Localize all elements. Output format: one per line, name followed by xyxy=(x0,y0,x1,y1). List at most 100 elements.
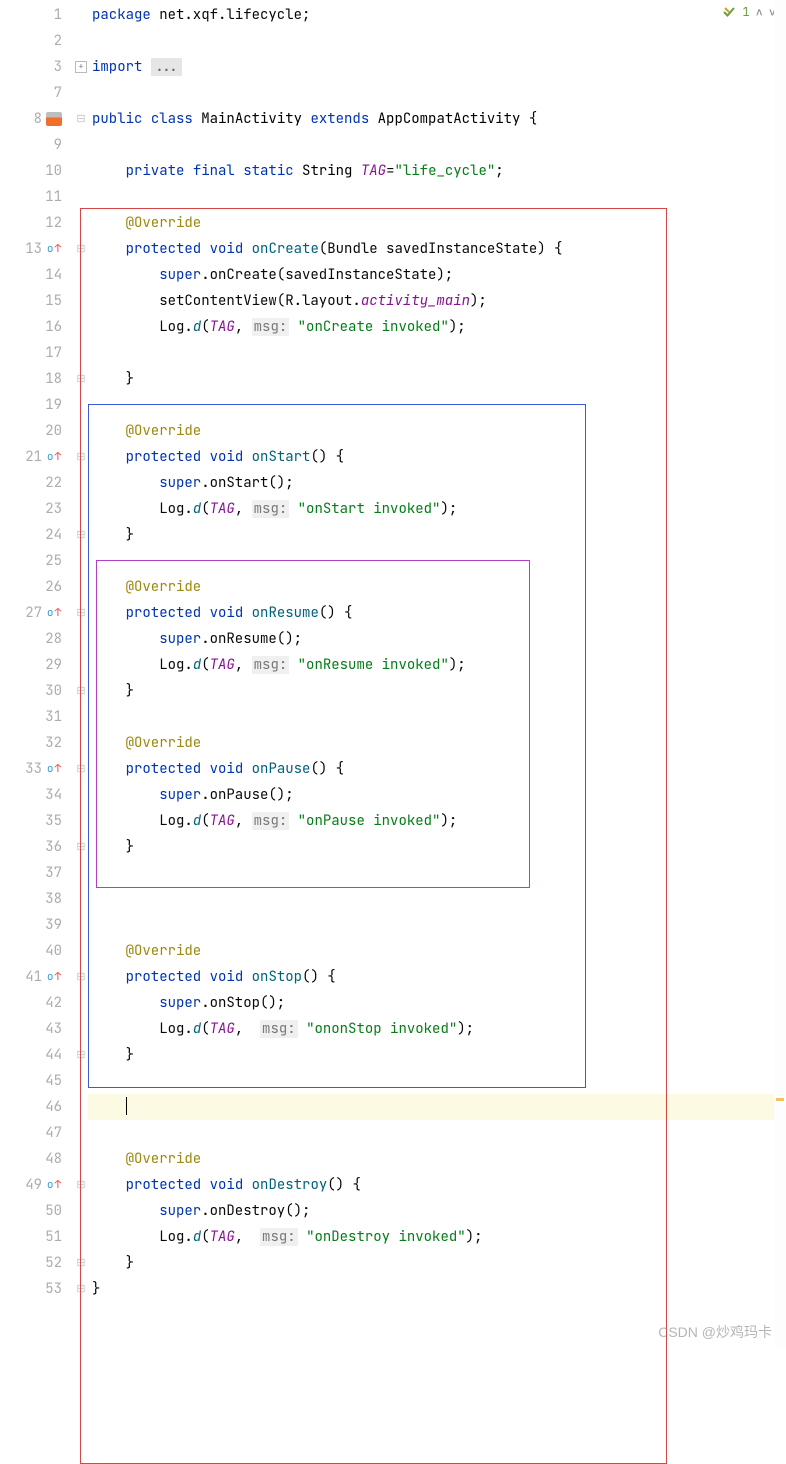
line-number: 53 xyxy=(40,1276,62,1302)
code-line[interactable]: private final static String TAG="life_cy… xyxy=(88,158,786,184)
inspection-indicator[interactable]: 1 ∧ ∨ xyxy=(722,4,776,20)
fold-placeholder[interactable]: ... xyxy=(151,58,182,76)
code-line[interactable]: } xyxy=(88,678,786,704)
code-line[interactable]: } xyxy=(88,834,786,860)
code-editor[interactable]: 1 2 3 7 8 9 10 11 12 13o↑ 14 15 16 17 18… xyxy=(0,0,786,1348)
code-line[interactable]: Log.d(TAG, msg: "onStart invoked"); xyxy=(88,496,786,522)
line-number: 29 xyxy=(40,652,62,678)
line-number: 13 xyxy=(20,236,42,262)
code-line[interactable]: setContentView(R.layout.activity_main); xyxy=(88,288,786,314)
line-number: 46 xyxy=(40,1094,62,1120)
code-line[interactable]: } xyxy=(88,522,786,548)
code-line[interactable]: super.onDestroy(); xyxy=(88,1198,786,1224)
line-number: 45 xyxy=(40,1068,62,1094)
code-line[interactable] xyxy=(88,912,786,938)
line-number: 34 xyxy=(40,782,62,808)
code-line[interactable]: protected void onPause() { xyxy=(88,756,786,782)
override-icon[interactable]: o↑ xyxy=(46,1177,62,1193)
code-body[interactable]: package net.xqf.lifecycle; import ... pu… xyxy=(88,0,786,1348)
scrollbar[interactable] xyxy=(774,0,786,1348)
code-line[interactable]: super.onResume(); xyxy=(88,626,786,652)
inlay-hint: msg: xyxy=(252,500,290,518)
line-number: 44 xyxy=(40,1042,62,1068)
code-line[interactable]: import ... xyxy=(88,54,786,80)
code-line[interactable] xyxy=(88,1120,786,1146)
code-line[interactable]: } xyxy=(88,366,786,392)
code-line[interactable] xyxy=(88,548,786,574)
code-line[interactable] xyxy=(88,392,786,418)
line-number: 8 xyxy=(20,106,42,132)
code-line[interactable]: @Override xyxy=(88,418,786,444)
code-line[interactable]: super.onPause(); xyxy=(88,782,786,808)
code-line[interactable]: @Override xyxy=(88,210,786,236)
override-icon[interactable]: o↑ xyxy=(46,241,62,257)
code-line[interactable] xyxy=(88,886,786,912)
code-line[interactable]: protected void onCreate(Bundle savedInst… xyxy=(88,236,786,262)
inlay-hint: msg: xyxy=(260,1020,298,1038)
code-line[interactable]: } xyxy=(88,1276,786,1302)
chevron-up-icon[interactable]: ∧ xyxy=(756,4,763,20)
inlay-hint: msg: xyxy=(260,1228,298,1246)
line-number: 50 xyxy=(40,1198,62,1224)
line-number: 33 xyxy=(20,756,42,782)
code-line[interactable] xyxy=(88,860,786,886)
check-icon xyxy=(722,5,736,19)
code-line[interactable]: public class MainActivity extends AppCom… xyxy=(88,106,786,132)
watermark: CSDN @炒鸡玛卡 xyxy=(658,1322,772,1342)
line-number: 47 xyxy=(40,1120,62,1146)
line-number: 37 xyxy=(40,860,62,886)
code-line[interactable]: } xyxy=(88,1250,786,1276)
code-line[interactable] xyxy=(88,704,786,730)
code-line[interactable]: @Override xyxy=(88,730,786,756)
line-number: 21 xyxy=(20,444,42,470)
code-line[interactable]: Log.d(TAG, msg: "onResume invoked"); xyxy=(88,652,786,678)
code-line[interactable]: super.onStart(); xyxy=(88,470,786,496)
line-number: 2 xyxy=(40,28,62,54)
code-line[interactable] xyxy=(88,28,786,54)
line-number: 1 xyxy=(40,2,62,28)
code-line[interactable]: @Override xyxy=(88,1146,786,1172)
code-line[interactable] xyxy=(88,132,786,158)
line-number: 3 xyxy=(40,54,62,80)
fold-expand-icon[interactable]: + xyxy=(75,61,87,73)
override-icon[interactable]: o↑ xyxy=(46,761,62,777)
code-line[interactable]: Log.d(TAG, msg: "onDestroy invoked"); xyxy=(88,1224,786,1250)
line-number: 39 xyxy=(40,912,62,938)
override-icon[interactable]: o↑ xyxy=(46,605,62,621)
line-number: 27 xyxy=(20,600,42,626)
line-number: 15 xyxy=(40,288,62,314)
line-number: 31 xyxy=(40,704,62,730)
warning-marker-icon[interactable] xyxy=(776,1098,784,1101)
line-number: 12 xyxy=(40,210,62,236)
code-line[interactable]: } xyxy=(88,1042,786,1068)
line-number: 16 xyxy=(40,314,62,340)
code-line[interactable]: @Override xyxy=(88,574,786,600)
line-number: 40 xyxy=(40,938,62,964)
line-number: 42 xyxy=(40,990,62,1016)
line-number: 7 xyxy=(40,80,62,106)
line-number: 26 xyxy=(40,574,62,600)
code-line[interactable]: Log.d(TAG, msg: "onPause invoked"); xyxy=(88,808,786,834)
code-line[interactable] xyxy=(88,1068,786,1094)
code-line[interactable]: protected void onDestroy() { xyxy=(88,1172,786,1198)
code-line[interactable]: protected void onStop() { xyxy=(88,964,786,990)
fold-column: + ⊟ ⊟ ⊟ ⊟ ⊟ ⊟ ⊟ ⊟ ⊟ ⊟ ⊟ ⊟ ⊟ ⊟ xyxy=(74,0,88,1348)
code-line[interactable] xyxy=(88,340,786,366)
code-line[interactable]: Log.d(TAG, msg: "onCreate invoked"); xyxy=(88,314,786,340)
override-icon[interactable]: o↑ xyxy=(46,969,62,985)
line-number: 24 xyxy=(40,522,62,548)
fold-toggle-icon[interactable]: ⊟ xyxy=(76,112,85,126)
line-number: 49 xyxy=(20,1172,42,1198)
code-line[interactable]: super.onStop(); xyxy=(88,990,786,1016)
code-line[interactable]: Log.d(TAG, msg: "ononStop invoked"); xyxy=(88,1016,786,1042)
line-number: 51 xyxy=(40,1224,62,1250)
current-line[interactable] xyxy=(88,1094,786,1120)
override-icon[interactable]: o↑ xyxy=(46,449,62,465)
code-line[interactable]: protected void onResume() { xyxy=(88,600,786,626)
code-line[interactable]: @Override xyxy=(88,938,786,964)
code-line[interactable]: super.onCreate(savedInstanceState); xyxy=(88,262,786,288)
code-line[interactable] xyxy=(88,184,786,210)
code-line[interactable]: protected void onStart() { xyxy=(88,444,786,470)
code-line[interactable] xyxy=(88,80,786,106)
code-line[interactable]: package net.xqf.lifecycle; xyxy=(88,2,786,28)
